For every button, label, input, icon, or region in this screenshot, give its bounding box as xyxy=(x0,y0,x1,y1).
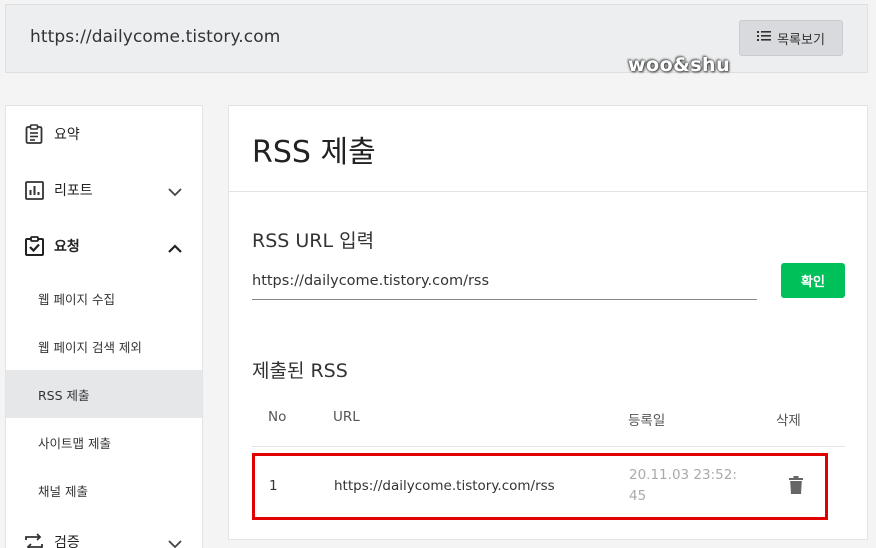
sidebar-item-report[interactable]: 리포트 xyxy=(6,162,202,218)
top-bar: https://dailycome.tistory.com 목록보기 xyxy=(5,4,868,73)
row-date: 20.11.03 23:52: 45 xyxy=(629,465,747,507)
column-header-url: URL xyxy=(333,409,360,425)
sidebar-item-label: 검증 xyxy=(54,535,80,548)
sidebar: 요약 리포트 요청 웹 페이지 수집 웹 페이지 검색 제외 RSS 제출 사이… xyxy=(5,105,203,548)
confirm-button[interactable]: 확인 xyxy=(781,263,845,298)
column-header-date: 등록일 xyxy=(628,413,666,429)
list-view-label: 목록보기 xyxy=(777,32,825,48)
list-view-button[interactable]: 목록보기 xyxy=(739,20,843,56)
checklist-icon xyxy=(24,236,44,256)
trash-icon[interactable] xyxy=(789,476,803,498)
sidebar-subitem-rss-submit[interactable]: RSS 제출 xyxy=(6,370,202,418)
row-date-line1: 20.11.03 23:52: xyxy=(629,467,737,483)
sidebar-subitem-channel-submit[interactable]: 채널 제출 xyxy=(6,466,202,514)
sidebar-item-label: 요청 xyxy=(54,239,80,255)
chevron-down-icon[interactable] xyxy=(168,182,182,201)
sidebar-item-label: 요약 xyxy=(54,127,80,143)
sidebar-subitem-label: 채널 제출 xyxy=(38,483,88,499)
site-url: https://dailycome.tistory.com xyxy=(30,27,281,47)
row-url: https://dailycome.tistory.com/rss xyxy=(334,478,555,494)
clipboard-icon xyxy=(24,124,44,144)
sidebar-subitem-sitemap-submit[interactable]: 사이트맵 제출 xyxy=(6,418,202,466)
sidebar-subitem-label: 웹 페이지 수집 xyxy=(38,291,115,307)
rss-url-input-label: RSS URL 입력 xyxy=(252,230,375,252)
sidebar-subitem-label: 웹 페이지 검색 제외 xyxy=(38,339,142,355)
row-no: 1 xyxy=(269,478,278,494)
submitted-rss-label: 제출된 RSS xyxy=(252,360,348,382)
sidebar-item-label: 리포트 xyxy=(54,183,93,199)
repeat-icon xyxy=(24,532,44,548)
sidebar-subitem-webpage-collect[interactable]: 웹 페이지 수집 xyxy=(6,274,202,322)
table-header-divider xyxy=(252,446,845,447)
chevron-up-icon[interactable] xyxy=(168,238,182,257)
main-panel: RSS 제출 RSS URL 입력 확인 제출된 RSS No URL 등록일 … xyxy=(228,105,868,540)
chart-icon xyxy=(24,180,44,200)
rss-url-input[interactable] xyxy=(252,262,757,300)
sidebar-item-request[interactable]: 요청 xyxy=(6,218,202,274)
sidebar-subitem-label: 사이트맵 제출 xyxy=(38,435,111,451)
watermark-logo: woo&shu xyxy=(628,54,731,76)
row-date-line2: 45 xyxy=(629,488,647,504)
column-header-delete: 삭제 xyxy=(776,413,801,429)
sidebar-item-verify[interactable]: 검증 xyxy=(6,514,202,548)
table-row: 1 https://dailycome.tistory.com/rss 20.1… xyxy=(252,453,828,520)
column-header-no: No xyxy=(268,409,287,425)
list-icon xyxy=(757,30,772,46)
sidebar-item-summary[interactable]: 요약 xyxy=(6,106,202,162)
chevron-down-icon[interactable] xyxy=(168,534,182,548)
page-title: RSS 제출 xyxy=(252,134,376,170)
sidebar-subitem-label: RSS 제출 xyxy=(38,387,90,403)
sidebar-subitem-webpage-exclude[interactable]: 웹 페이지 검색 제외 xyxy=(6,322,202,370)
main-header: RSS 제출 xyxy=(229,106,867,192)
